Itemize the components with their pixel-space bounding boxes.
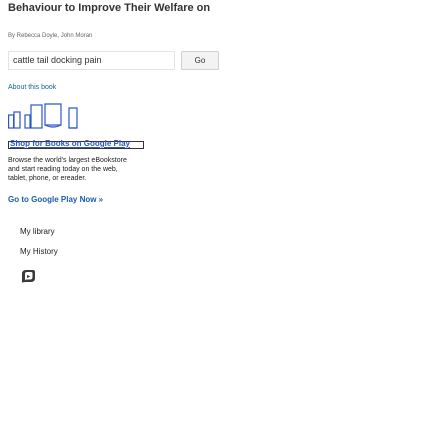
about-this-book-link[interactable]: About this book bbox=[8, 84, 56, 91]
search-in-book-input[interactable]: cattle tail docking pain bbox=[8, 51, 175, 70]
thumbnail-two-page-icon[interactable] bbox=[8, 111, 21, 129]
my-library-link[interactable]: My library bbox=[20, 227, 55, 236]
search-in-book-form: cattle tail docking pain Go bbox=[8, 51, 219, 70]
thumbnail-page-icon[interactable] bbox=[68, 107, 78, 129]
page-view-thumbnails bbox=[8, 98, 96, 138]
book-authors: By Rebecca Doyle, John Moran bbox=[8, 33, 93, 39]
thumbnail-spread-icon[interactable] bbox=[44, 103, 62, 128]
page-view-icons bbox=[8, 103, 78, 129]
go-to-google-play-link[interactable]: Go to Google Play Now » bbox=[8, 195, 103, 204]
shop-google-play-link[interactable]: Shop for Books on Google Play bbox=[10, 139, 130, 148]
ebookstore-description: Browse the world's largest eBookstore an… bbox=[8, 157, 127, 182]
thumbnail-one-page-icon[interactable] bbox=[24, 104, 43, 129]
my-history-link[interactable]: My History bbox=[20, 247, 58, 256]
book-title: Behaviour to Improve Their Welfare on bbox=[8, 2, 211, 14]
google-play-books-icon[interactable] bbox=[20, 269, 36, 285]
shop-google-play-bar: Shop for Books on Google Play bbox=[8, 139, 144, 149]
go-button[interactable]: Go bbox=[181, 51, 219, 70]
